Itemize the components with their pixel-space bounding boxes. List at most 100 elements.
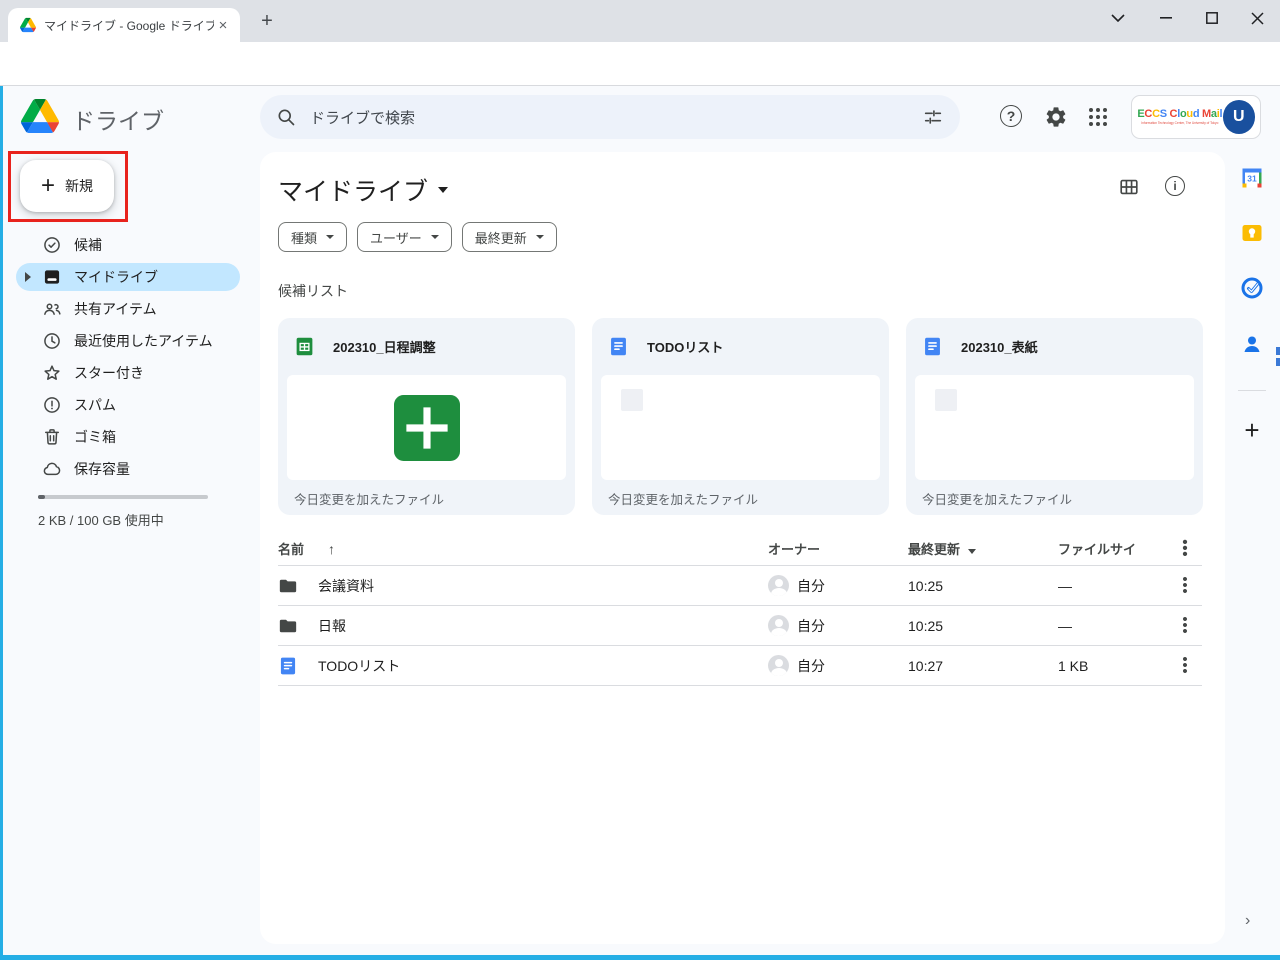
window-close-button[interactable] — [1234, 0, 1280, 36]
docs-file-icon — [608, 336, 629, 357]
account-badge[interactable]: ECCS Cloud Mail Information Technology C… — [1131, 95, 1261, 139]
owner-name: 自分 — [797, 656, 825, 676]
file-name: TODOリスト — [318, 656, 400, 676]
window-chevron-icon[interactable] — [1095, 0, 1141, 36]
my-drive-icon — [42, 267, 62, 287]
window-maximize-button[interactable] — [1189, 0, 1235, 36]
filter-chip-type[interactable]: 種類 — [278, 222, 347, 252]
owner-name: 自分 — [797, 576, 825, 596]
trash-icon — [42, 427, 62, 447]
drive-profile-avatar[interactable]: U — [1223, 100, 1255, 134]
file-size: — — [1058, 618, 1072, 634]
apps-grid-icon[interactable] — [1086, 105, 1110, 129]
file-size: 1 KB — [1058, 658, 1088, 674]
info-icon[interactable]: i — [1165, 176, 1187, 198]
sidebar-item-shared[interactable]: 共有アイテム — [0, 293, 248, 325]
tasks-icon[interactable] — [1240, 276, 1264, 300]
column-header-name[interactable]: 名前 — [278, 539, 304, 558]
storage-usage-text: 2 KB / 100 GB 使用中 — [38, 510, 164, 529]
star-icon — [42, 363, 62, 383]
eccs-logo: ECCS Cloud Mail Information Technology C… — [1137, 109, 1223, 126]
settings-gear-icon[interactable] — [1044, 105, 1068, 129]
card-title: 202310_日程調整 — [333, 337, 436, 356]
page-title[interactable]: マイドライブ — [278, 172, 448, 208]
owner-avatar-icon — [768, 655, 789, 676]
docs-file-icon — [922, 336, 943, 357]
sidebar-item-trash[interactable]: ゴミ箱 — [0, 421, 248, 453]
cloud-icon — [42, 459, 62, 479]
sidebar-item-suggested[interactable]: 候補 — [0, 229, 248, 261]
chevron-down-icon — [431, 235, 439, 239]
suggestion-card[interactable]: 202310_表紙 今日変更を加えたファイル — [906, 318, 1203, 515]
annotation-red-box — [8, 151, 128, 222]
row-more-icon[interactable]: ••• — [1182, 617, 1187, 635]
sheets-file-icon — [294, 336, 315, 357]
drive-logo-icon[interactable] — [21, 99, 59, 133]
sidebar-item-my-drive[interactable]: マイドライブ — [16, 263, 240, 291]
suggestion-card[interactable]: 202310_日程調整 今日変更を加えたファイル — [278, 318, 575, 515]
filter-chip-people[interactable]: ユーザー — [357, 222, 452, 252]
calendar-icon[interactable]: 31 — [1240, 166, 1264, 190]
grid-view-icon[interactable] — [1118, 176, 1140, 198]
sidebar-item-starred[interactable]: スター付き — [0, 357, 248, 389]
column-header-size[interactable]: ファイルサイ — [1058, 542, 1136, 557]
sidebar-item-label: 共有アイテム — [74, 299, 157, 319]
gutter-divider — [1238, 390, 1266, 391]
contacts-icon[interactable] — [1240, 332, 1264, 356]
tab-title: マイドライブ - Google ドライブ — [44, 17, 214, 34]
chip-label: ユーザー — [370, 228, 422, 247]
thumbnail-content-ghost — [935, 389, 957, 411]
folder-icon — [278, 576, 298, 596]
drive-favicon-icon — [20, 17, 36, 33]
search-options-icon[interactable] — [922, 106, 944, 128]
row-more-icon[interactable]: ••• — [1182, 577, 1187, 595]
expand-arrow-icon[interactable] — [25, 272, 31, 282]
file-name: 日報 — [318, 616, 346, 636]
chevron-down-icon — [536, 235, 544, 239]
storage-progress-bar — [38, 495, 208, 499]
card-footer: 今日変更を加えたファイル — [608, 489, 758, 508]
suggestion-card[interactable]: TODOリスト 今日変更を加えたファイル — [592, 318, 889, 515]
tab-close-icon[interactable]: × — [214, 16, 232, 34]
docs-file-icon — [278, 656, 298, 676]
window-minimize-button[interactable] — [1143, 0, 1189, 36]
search-input[interactable]: ドライブで検索 — [260, 95, 960, 139]
drive-app-name: ドライブ — [72, 102, 164, 136]
thumbnail-content-ghost — [621, 389, 643, 411]
svg-text:31: 31 — [1247, 174, 1257, 184]
card-title: 202310_表紙 — [961, 337, 1038, 356]
keep-icon[interactable] — [1240, 221, 1264, 245]
file-name: 会議資料 — [318, 576, 374, 596]
drive-app: ドライブ ドライブで検索 ? ECCS Cloud Mail Informati… — [0, 86, 1280, 960]
list-header-more-icon[interactable]: ••• — [1182, 540, 1187, 558]
suggestions-label: 候補リスト — [278, 281, 348, 301]
modified-time: 10:27 — [908, 658, 943, 674]
column-header-owner[interactable]: オーナー — [768, 539, 820, 558]
new-tab-button[interactable]: + — [256, 11, 278, 33]
sidebar-item-recent[interactable]: 最近使用したアイテム — [0, 325, 248, 357]
file-row[interactable]: 日報 自分 10:25 — ••• — [278, 606, 1202, 646]
column-header-modified[interactable]: 最終更新 — [908, 542, 960, 557]
sort-ascending-icon[interactable]: ↑ — [328, 541, 335, 557]
add-panel-app-icon[interactable]: + — [1240, 418, 1264, 442]
clock-icon — [42, 331, 62, 351]
row-more-icon[interactable]: ••• — [1182, 657, 1187, 675]
file-row[interactable]: TODOリスト 自分 10:27 1 KB ••• — [278, 646, 1202, 686]
sidebar-item-spam[interactable]: スパム — [0, 389, 248, 421]
capture-border-left — [0, 86, 3, 960]
sheets-thumbnail-icon — [394, 395, 460, 461]
owner-avatar-icon — [768, 615, 789, 636]
file-row[interactable]: 会議資料 自分 10:25 — ••• — [278, 566, 1202, 606]
eccs-logo-subtext: Information Technology Center, The Unive… — [1141, 122, 1218, 125]
show-side-panel-icon[interactable]: › — [1245, 914, 1259, 928]
browser-tab[interactable]: マイドライブ - Google ドライブ × — [8, 8, 240, 42]
filter-chip-modified[interactable]: 最終更新 — [462, 222, 557, 252]
help-icon[interactable]: ? — [1000, 105, 1024, 129]
title-caret-icon — [438, 187, 448, 193]
people-icon — [42, 299, 62, 319]
sidebar-item-storage[interactable]: 保存容量 — [0, 453, 248, 485]
sidebar-item-label: マイドライブ — [74, 267, 158, 287]
card-thumbnail — [601, 375, 880, 480]
sidebar-item-label: スパム — [74, 395, 116, 415]
sidebar-item-label: 保存容量 — [74, 459, 130, 479]
